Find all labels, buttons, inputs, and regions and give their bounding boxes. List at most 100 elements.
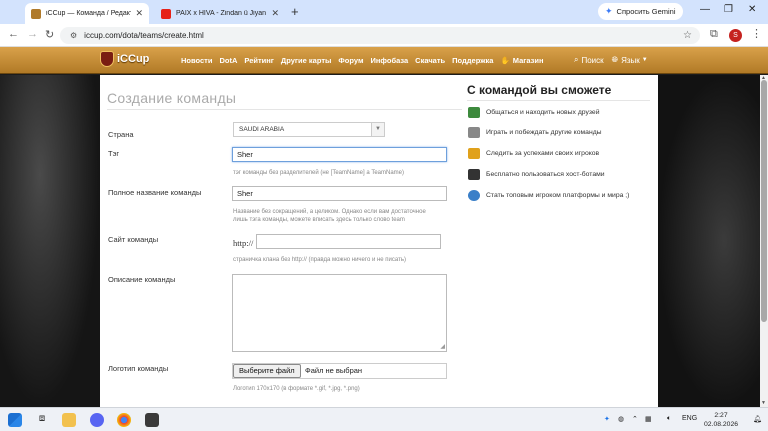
forward-icon[interactable]: → [27, 28, 38, 40]
close-window-icon[interactable]: ✕ [748, 4, 756, 15]
benefit-item: Стать топовым игроком платформы и мира ;… [468, 190, 629, 201]
nav-dota[interactable]: DotA [219, 56, 237, 65]
country-select[interactable]: SAUDI ARABIA ▼ [233, 122, 385, 137]
main-nav: Новости DotA Рейтинг Другие карты Форум … [181, 56, 544, 65]
shop-icon: ✋ [500, 56, 510, 65]
tray-hidden-icon[interactable]: ⌃ [632, 415, 638, 423]
site-info-icon[interactable]: ⚙ [70, 31, 77, 40]
windows-start-icon[interactable] [8, 413, 22, 427]
network-icon[interactable]: ▦ [645, 415, 652, 423]
sword-icon [468, 127, 480, 138]
search-icon: ⌕ [574, 55, 579, 64]
reload-icon[interactable]: ↻ [45, 28, 54, 41]
copilot-icon[interactable]: ✦ [604, 415, 610, 423]
benefit-text: Общаться и находить новых друзей [486, 109, 600, 116]
site-logo[interactable]: iCCup [100, 51, 149, 67]
search-label: Поиск [581, 55, 604, 65]
fullname-input[interactable]: Sher [232, 186, 447, 201]
benefit-text: Играть и побеждать другие команды [486, 129, 602, 136]
divider [107, 109, 462, 110]
discord-icon[interactable] [90, 413, 104, 427]
browser-menu-icon[interactable]: ⋮ [751, 27, 762, 40]
bookmark-star-icon[interactable]: ☆ [683, 30, 692, 41]
new-tab-icon[interactable]: + [291, 4, 299, 19]
tray-app-icon[interactable]: ◍ [618, 415, 624, 423]
benefit-item: Общаться и находить новых друзей [468, 107, 600, 118]
header-right: ⌕ Поиск 🌐︎ Язык ▼ [574, 55, 648, 65]
description-textarea[interactable]: ◢ [232, 274, 447, 352]
nav-forum[interactable]: Форум [338, 56, 363, 65]
fullname-hint-line1: Название без сокращений, а целиком. Одна… [233, 209, 426, 215]
background-art-left [0, 75, 100, 407]
nav-support[interactable]: Поддержка [452, 56, 493, 65]
scroll-down-icon[interactable]: ▼ [761, 400, 766, 406]
benefit-text: Стать топовым игроком платформы и мира ;… [486, 192, 630, 199]
language-button[interactable]: 🌐︎ Язык ▼ [612, 55, 648, 65]
scrollbar-thumb[interactable] [761, 80, 767, 322]
scroll-up-icon[interactable]: ▲ [761, 75, 766, 81]
resize-grip-icon[interactable]: ◢ [440, 343, 445, 350]
country-value: SAUDI ARABIA [239, 126, 285, 133]
description-label: Описание команды [108, 275, 176, 284]
task-view-icon[interactable]: ⧈ [35, 413, 49, 427]
search-button[interactable]: ⌕ Поиск [574, 55, 604, 65]
gemini-label: Спросить Gemini [616, 7, 676, 16]
url-text: iccup.com/dota/teams/create.html [84, 31, 204, 40]
app-icon[interactable] [145, 413, 159, 427]
website-hint: страничка клана без http:// (правда можн… [233, 257, 406, 263]
nav-shop[interactable]: ✋ Магазин [500, 56, 543, 65]
tab-title: iCCup — Команда / Редактир… [46, 10, 131, 17]
tag-input[interactable]: Sher [232, 147, 447, 162]
address-bar[interactable]: ⚙ iccup.com/dota/teams/create.html ☆ [60, 27, 700, 44]
youtube-favicon-icon [161, 8, 171, 19]
back-icon[interactable]: ← [8, 28, 19, 40]
tab-title: PAIX x HÏVA - Zindan ü Jiyan [176, 10, 267, 17]
chrome-icon[interactable] [117, 413, 131, 427]
benefit-item: Играть и побеждать другие команды [468, 127, 602, 138]
logo-hint: Логотип 170x170 (в формате *.gif, *.jpg,… [233, 386, 360, 392]
shop-label: Магазин [512, 56, 544, 65]
language-indicator[interactable]: ENG [682, 415, 697, 422]
taskbar-clock[interactable]: 2:27 02.08.2026 [704, 411, 738, 429]
benefit-item: Бесплатно пользоваться хост-ботами [468, 169, 605, 180]
benefit-text: Бесплатно пользоваться хост-ботами [486, 171, 605, 178]
nav-other-maps[interactable]: Другие карты [281, 56, 331, 65]
profile-avatar[interactable]: S [729, 29, 742, 42]
volume-icon[interactable]: 🔈︎ [667, 415, 671, 423]
tab-music[interactable]: PAIX x HÏVA - Zindan ü Jiyan ✕ [155, 3, 285, 24]
nav-news[interactable]: Новости [181, 56, 212, 65]
extensions-icon[interactable]: ⧉ [710, 28, 718, 41]
site-header: iCCup Новости DotA Рейтинг Другие карты … [0, 47, 768, 74]
close-tab-icon[interactable]: ✕ [135, 8, 143, 19]
chevron-down-icon[interactable]: ▼ [371, 123, 384, 136]
fullname-hint-line2: лишь тэга команды, можете вписать здесь … [233, 217, 405, 223]
close-tab-icon[interactable]: ✕ [271, 8, 279, 19]
gemini-icon: ✦ [605, 6, 613, 16]
file-status: Файл не выбран [305, 366, 363, 375]
http-prefix: http:// [233, 238, 254, 248]
language-label: Язык [621, 55, 640, 65]
logo-text: iCCup [117, 53, 150, 65]
minimize-icon[interactable]: — [700, 4, 710, 15]
nav-download[interactable]: Скачать [415, 56, 445, 65]
restore-icon[interactable]: ❐ [724, 4, 733, 15]
notifications-icon[interactable]: 🔔︎ [753, 415, 762, 423]
website-input[interactable] [256, 234, 441, 249]
benefits-heading: С командой вы сможете [467, 83, 612, 97]
globe-icon [468, 190, 480, 201]
page-title: Создание команды [107, 90, 237, 106]
ask-gemini-button[interactable]: ✦ Спросить Gemini [598, 3, 683, 20]
globe-icon: 🌐︎ [611, 55, 619, 64]
fullname-label: Полное название команды [108, 188, 202, 197]
windows-taskbar: ⧈ ✦ ◍ ⌃ ▦ 🔈︎ ENG 2:27 02.08.2026 🔔︎ [0, 407, 768, 431]
tab-iccup[interactable]: iCCup — Команда / Редактир… ✕ [25, 3, 149, 24]
browser-tab-strip: iCCup — Команда / Редактир… ✕ PAIX x HÏV… [0, 0, 768, 24]
iccup-favicon-icon [31, 8, 41, 19]
nav-rating[interactable]: Рейтинг [244, 56, 274, 65]
robot-icon [468, 169, 480, 180]
nav-infobase[interactable]: Инфобаза [371, 56, 409, 65]
background-art-right [658, 75, 768, 407]
file-explorer-icon[interactable] [62, 413, 76, 427]
choose-file-button[interactable]: Выберите файл [233, 364, 301, 378]
people-icon [468, 107, 480, 118]
